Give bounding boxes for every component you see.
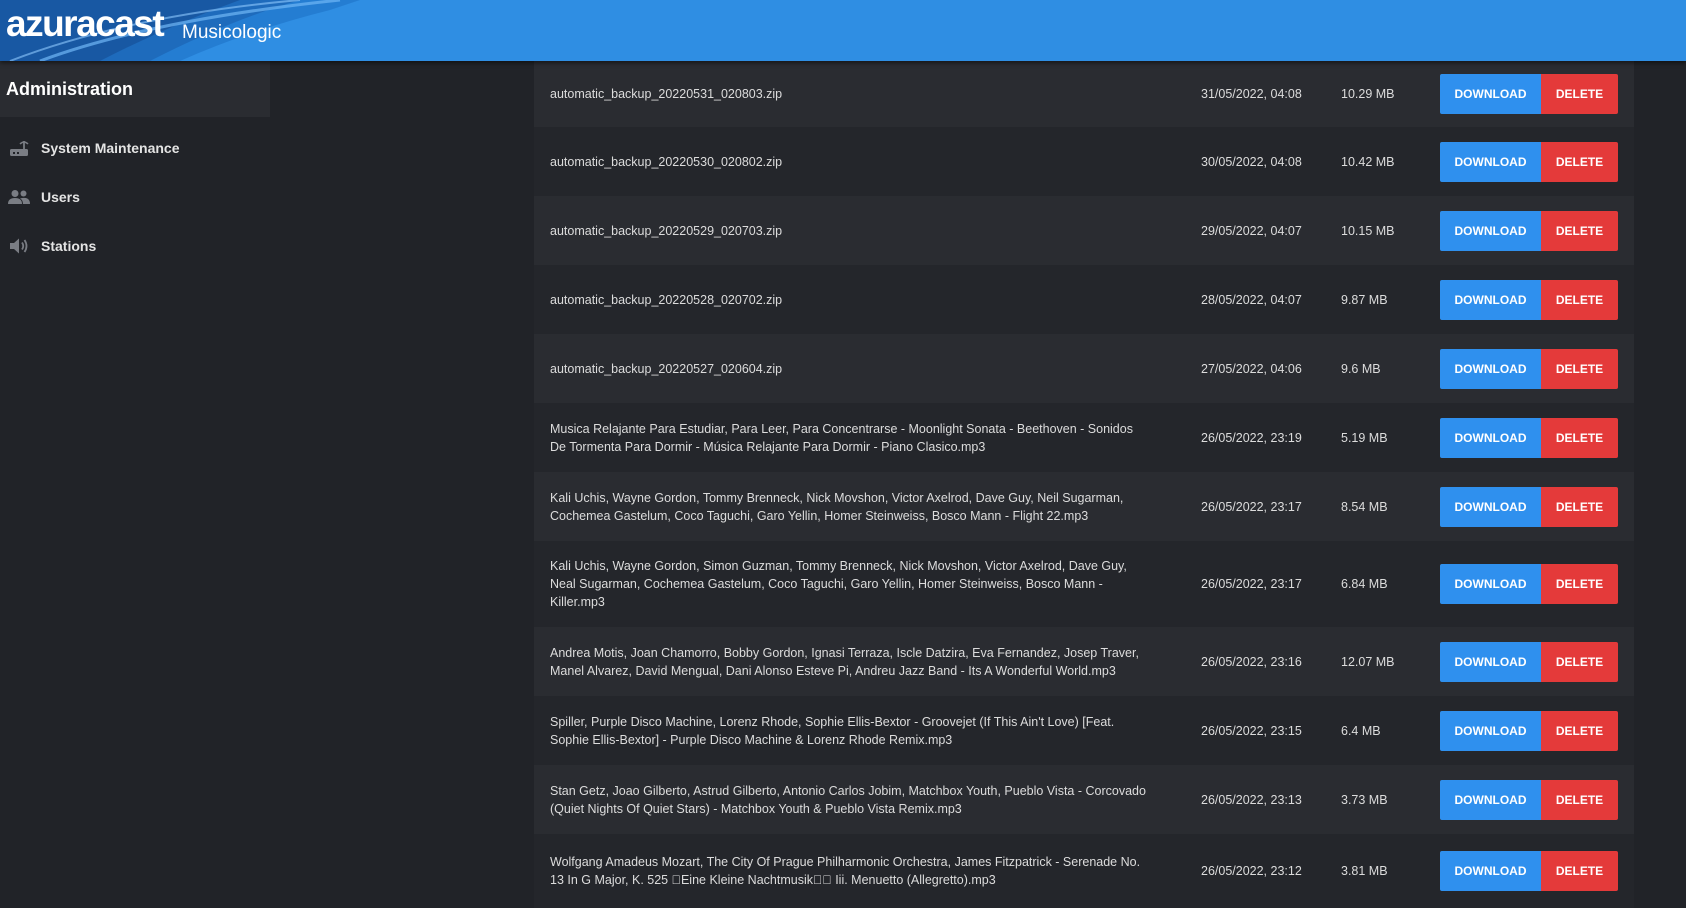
sidebar-item-stations[interactable]: Stations — [0, 221, 270, 270]
file-date: 26/05/2022, 23:12 — [1201, 864, 1302, 878]
file-name: Kali Uchis, Wayne Gordon, Simon Guzman, … — [550, 559, 1127, 609]
sidebar-item-label: Stations — [41, 237, 97, 254]
file-date: 27/05/2022, 04:06 — [1201, 361, 1302, 376]
row-actions: DOWNLOAD DELETE — [1440, 348, 1618, 389]
download-button[interactable]: DOWNLOAD — [1440, 851, 1541, 891]
file-name: Andrea Motis, Joan Chamorro, Bobby Gordo… — [550, 645, 1139, 678]
file-date: 29/05/2022, 04:07 — [1201, 223, 1302, 238]
file-date: 31/05/2022, 04:08 — [1201, 87, 1302, 101]
file-name: automatic_backup_20220529_020703.zip — [550, 223, 783, 238]
table-row: automatic_backup_20220529_020703.zip 29/0… — [534, 196, 1634, 265]
file-date: 26/05/2022, 23:16 — [1201, 654, 1302, 669]
file-name: Spiller, Purple Disco Machine, Lorenz Rh… — [550, 714, 1115, 747]
table-row: Musica Relajante Para Estudiar, Para Lee… — [534, 403, 1634, 472]
delete-button[interactable]: DELETE — [1541, 710, 1618, 751]
download-button[interactable]: DOWNLOAD — [1440, 710, 1541, 751]
file-size: 9.6 MB — [1341, 361, 1381, 376]
table-row: Kali Uchis, Wayne Gordon, Simon Guzman, … — [534, 541, 1634, 627]
row-actions: DOWNLOAD DELETE — [1440, 710, 1618, 751]
delete-button[interactable]: DELETE — [1541, 486, 1618, 527]
download-button[interactable]: DOWNLOAD — [1440, 74, 1541, 114]
file-size: 10.29 MB — [1341, 87, 1395, 101]
table-row: automatic_backup_20220531_020803.zip 31/0… — [534, 61, 1634, 127]
file-size: 12.07 MB — [1341, 654, 1395, 669]
top-navbar: azuracast Musicologic — [0, 0, 1686, 61]
delete-button[interactable]: DELETE — [1541, 564, 1618, 604]
table-row: Wolfgang Amadeus Mozart, The City Of Pra… — [534, 834, 1634, 908]
row-actions: DOWNLOAD DELETE — [1440, 851, 1618, 891]
table-row: Andrea Motis, Joan Chamorro, Bobby Gordo… — [534, 627, 1634, 696]
table-row: automatic_backup_20220528_020702.zip 28/0… — [534, 265, 1634, 334]
row-actions: DOWNLOAD DELETE — [1440, 279, 1618, 320]
row-actions: DOWNLOAD DELETE — [1440, 141, 1618, 182]
delete-button[interactable]: DELETE — [1541, 641, 1618, 682]
download-button[interactable]: DOWNLOAD — [1440, 348, 1541, 389]
download-button[interactable]: DOWNLOAD — [1440, 141, 1541, 182]
sidebar-item-label: System Maintenance — [41, 139, 180, 156]
file-size: 6.4 MB — [1341, 723, 1381, 738]
file-date: 26/05/2022, 23:15 — [1201, 723, 1302, 738]
file-date: 26/05/2022, 23:17 — [1201, 577, 1302, 591]
download-button[interactable]: DOWNLOAD — [1440, 641, 1541, 682]
row-actions: DOWNLOAD DELETE — [1440, 486, 1618, 527]
file-size: 9.87 MB — [1341, 292, 1388, 307]
azuracast-logo[interactable]: azuracast — [6, 4, 165, 44]
file-size: 3.81 MB — [1341, 864, 1388, 878]
file-size: 10.15 MB — [1341, 223, 1395, 238]
file-name: Wolfgang Amadeus Mozart, The City Of Pra… — [550, 855, 1141, 887]
table-row: Kali Uchis, Wayne Gordon, Tommy Brenneck… — [534, 472, 1634, 541]
row-actions: DOWNLOAD DELETE — [1440, 74, 1618, 114]
file-size: 10.42 MB — [1341, 154, 1395, 169]
file-date: 26/05/2022, 23:19 — [1201, 430, 1302, 445]
delete-button[interactable]: DELETE — [1541, 348, 1618, 389]
file-size: 3.73 MB — [1341, 792, 1388, 807]
row-actions: DOWNLOAD DELETE — [1440, 417, 1618, 458]
file-name: automatic_backup_20220527_020604.zip — [550, 361, 783, 376]
file-date: 28/05/2022, 04:07 — [1201, 292, 1302, 307]
router-icon — [8, 138, 30, 158]
delete-button[interactable]: DELETE — [1541, 851, 1618, 891]
file-name: Musica Relajante Para Estudiar, Para Lee… — [550, 421, 1133, 454]
file-name: automatic_backup_20220528_020702.zip — [550, 292, 783, 307]
file-date: 30/05/2022, 04:08 — [1201, 154, 1302, 169]
file-size: 6.84 MB — [1341, 577, 1388, 591]
sidebar-item-label: Users — [41, 188, 80, 205]
download-button[interactable]: DOWNLOAD — [1440, 417, 1541, 458]
file-name: automatic_backup_20220531_020803.zip — [550, 87, 783, 101]
sidebar-item-users[interactable]: Users — [0, 172, 270, 221]
file-name: automatic_backup_20220530_020802.zip — [550, 154, 783, 169]
users-icon — [8, 187, 30, 207]
backups-table: automatic_backup_20220531_020803.zip 31/0… — [534, 61, 1634, 908]
delete-button[interactable]: DELETE — [1541, 210, 1618, 251]
delete-button[interactable]: DELETE — [1541, 74, 1618, 114]
file-date: 26/05/2022, 23:13 — [1201, 792, 1302, 807]
file-date: 26/05/2022, 23:17 — [1201, 499, 1302, 514]
row-actions: DOWNLOAD DELETE — [1440, 641, 1618, 682]
delete-button[interactable]: DELETE — [1541, 141, 1618, 182]
table-row: Spiller, Purple Disco Machine, Lorenz Rh… — [534, 696, 1634, 765]
station-name[interactable]: Musicologic — [182, 22, 281, 44]
download-button[interactable]: DOWNLOAD — [1440, 564, 1541, 604]
sidebar: Administration System Maintenance Users … — [0, 61, 270, 908]
file-name: Kali Uchis, Wayne Gordon, Tommy Brenneck… — [550, 490, 1124, 523]
download-button[interactable]: DOWNLOAD — [1440, 210, 1541, 251]
table-row: automatic_backup_20220527_020604.zip 27/0… — [534, 334, 1634, 403]
row-actions: DOWNLOAD DELETE — [1440, 779, 1618, 820]
delete-button[interactable]: DELETE — [1541, 279, 1618, 320]
file-name: Stan Getz, Joao Gilberto, Astrud Gilbert… — [550, 783, 1146, 816]
table-row: Stan Getz, Joao Gilberto, Astrud Gilbert… — [534, 765, 1634, 834]
sidebar-header: Administration — [0, 61, 270, 117]
download-button[interactable]: DOWNLOAD — [1440, 279, 1541, 320]
sidebar-item-system-maintenance[interactable]: System Maintenance — [0, 123, 270, 172]
download-button[interactable]: DOWNLOAD — [1440, 779, 1541, 820]
row-actions: DOWNLOAD DELETE — [1440, 210, 1618, 251]
speaker-icon — [8, 236, 30, 256]
delete-button[interactable]: DELETE — [1541, 779, 1618, 820]
table-row: automatic_backup_20220530_020802.zip 30/0… — [534, 127, 1634, 196]
download-button[interactable]: DOWNLOAD — [1440, 486, 1541, 527]
delete-button[interactable]: DELETE — [1541, 417, 1618, 458]
file-size: 5.19 MB — [1341, 430, 1388, 445]
row-actions: DOWNLOAD DELETE — [1440, 564, 1618, 604]
file-size: 8.54 MB — [1341, 499, 1388, 514]
